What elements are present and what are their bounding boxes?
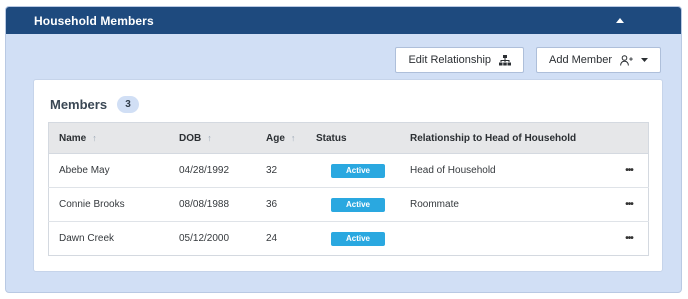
column-label-name: Name: [59, 132, 87, 144]
row-actions-cell: •••: [610, 221, 649, 256]
table-row[interactable]: Dawn Creek 05/12/2000 24 Active •••: [48, 221, 649, 256]
member-relationship: [400, 221, 610, 256]
members-table: Name ↑ DOB ↑ Age ↑ Status Relationship to H…: [48, 122, 649, 256]
edit-relationship-button[interactable]: Edit Relationship: [395, 47, 525, 73]
status-badge: Active: [331, 231, 385, 246]
member-relationship: Roommate: [400, 187, 610, 222]
column-header-status: Status: [316, 122, 400, 154]
member-dob: 04/28/1992: [169, 153, 256, 188]
add-member-button[interactable]: Add Member: [536, 47, 661, 73]
panel-title: Household Members: [34, 13, 154, 28]
household-members-panel: Household Members Edit Relationship Add …: [5, 6, 682, 293]
status-badge: Active: [331, 197, 385, 212]
sort-arrow-icon[interactable]: ↑: [207, 133, 212, 143]
more-horizontal-icon[interactable]: •••: [625, 199, 633, 210]
member-status-cell: Active: [316, 221, 400, 256]
member-dob: 08/08/1988: [169, 187, 256, 222]
more-horizontal-icon[interactable]: •••: [625, 165, 633, 176]
member-status-cell: Active: [316, 187, 400, 222]
column-header-dob[interactable]: DOB ↑: [169, 122, 256, 154]
table-row[interactable]: Abebe May 04/28/1992 32 Active Head of H…: [48, 153, 649, 188]
member-age: 36: [256, 187, 316, 222]
caret-up-icon[interactable]: [615, 16, 625, 26]
column-label-age: Age: [266, 132, 285, 144]
column-header-actions: [610, 122, 649, 154]
members-card: Members 3 Name ↑ DOB ↑ Age ↑ Status Relatio…: [33, 79, 663, 272]
member-name: Abebe May: [48, 153, 169, 188]
sort-arrow-icon[interactable]: ↑: [291, 133, 296, 143]
add-member-label: Add Member: [549, 54, 612, 66]
column-label-dob: DOB: [179, 132, 202, 144]
member-age: 32: [256, 153, 316, 188]
status-badge: Active: [331, 163, 385, 178]
add-person-icon: [620, 54, 633, 66]
caret-down-icon: [641, 58, 648, 62]
members-header: Members 3: [50, 96, 140, 113]
member-dob: 05/12/2000: [169, 221, 256, 256]
column-label-relationship: Relationship to Head of Household: [410, 132, 577, 144]
column-header-age[interactable]: Age ↑: [256, 122, 316, 154]
member-status-cell: Active: [316, 153, 400, 188]
table-header-row: Name ↑ DOB ↑ Age ↑ Status Relationship to H…: [48, 122, 649, 154]
hierarchy-icon: [499, 54, 512, 66]
member-age: 24: [256, 221, 316, 256]
edit-relationship-label: Edit Relationship: [408, 54, 492, 66]
more-horizontal-icon[interactable]: •••: [625, 233, 633, 244]
row-actions-cell: •••: [610, 187, 649, 222]
column-label-status: Status: [316, 132, 347, 144]
members-count-badge: 3: [117, 96, 140, 113]
member-relationship: Head of Household: [400, 153, 610, 188]
members-title: Members: [50, 97, 108, 112]
panel-header[interactable]: Household Members: [6, 7, 681, 34]
toolbar: Edit Relationship Add Member: [395, 47, 661, 73]
row-actions-cell: •••: [610, 153, 649, 188]
table-row[interactable]: Connie Brooks 08/08/1988 36 Active Roomm…: [48, 187, 649, 222]
sort-arrow-icon[interactable]: ↑: [92, 133, 97, 143]
column-header-name[interactable]: Name ↑: [48, 122, 169, 154]
column-header-relationship: Relationship to Head of Household: [400, 122, 610, 154]
member-name: Dawn Creek: [48, 221, 169, 256]
member-name: Connie Brooks: [48, 187, 169, 222]
